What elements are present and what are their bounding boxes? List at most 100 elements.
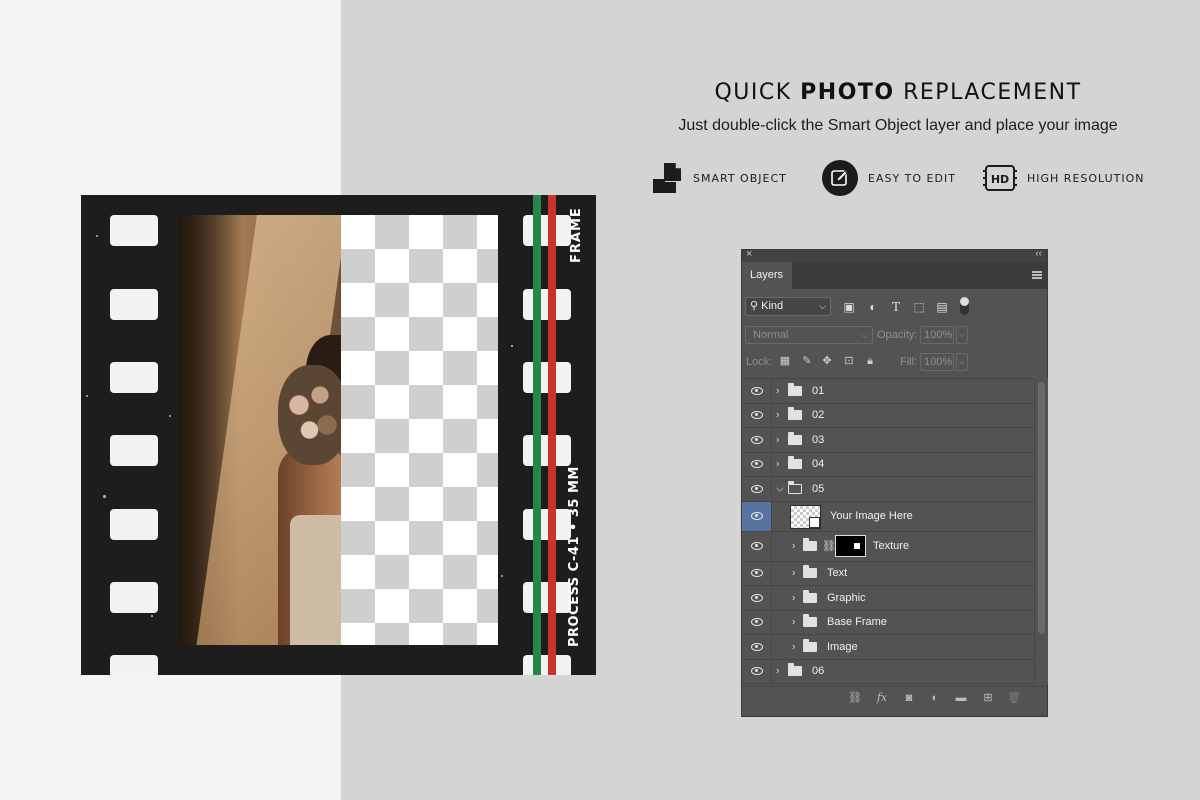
lock-label: Lock: <box>746 356 773 368</box>
layer-mask-thumbnail[interactable] <box>835 534 866 557</box>
layer-name: 02 <box>812 409 825 422</box>
subheadline: Just double-click the Smart Object layer… <box>678 117 1118 134</box>
sprocket-hole <box>110 655 158 675</box>
chevron-right-icon[interactable]: › <box>792 641 795 652</box>
visibility-toggle[interactable] <box>742 561 772 585</box>
smart-object-badge-icon <box>809 516 820 528</box>
chevron-right-icon[interactable]: › <box>792 568 795 579</box>
opacity-input[interactable]: 100% <box>920 326 954 344</box>
visibility-toggle[interactable] <box>742 501 772 531</box>
add-mask-icon[interactable]: ◙ <box>901 691 917 705</box>
new-group-icon[interactable]: ▬ <box>953 691 969 705</box>
visibility-toggle[interactable] <box>742 477 772 501</box>
visibility-toggle[interactable] <box>742 428 772 452</box>
blend-row: Normal ⌵ Opacity: 100% ⌵ <box>742 325 1047 345</box>
layer-name: 01 <box>812 384 825 397</box>
blend-mode-select[interactable]: Normal ⌵ <box>745 326 873 344</box>
chevron-right-icon[interactable]: › <box>776 666 779 677</box>
blend-mode-value: Normal <box>753 329 789 341</box>
layer-row[interactable]: › 06 <box>742 659 1033 684</box>
layer-row[interactable]: › 02 <box>742 403 1033 428</box>
scrollbar-thumb[interactable] <box>1038 382 1045 634</box>
visibility-toggle[interactable] <box>742 610 772 634</box>
fx-icon[interactable]: fx <box>874 691 890 705</box>
chevron-down-icon[interactable]: ⌵ <box>776 483 784 494</box>
sprocket-hole <box>523 435 571 466</box>
layer-name: Base Frame <box>827 616 887 629</box>
visibility-toggle[interactable] <box>742 659 772 683</box>
dust-speck <box>151 615 153 617</box>
adjustment-filter-icon[interactable]: ◐ <box>866 300 880 314</box>
dust-speck <box>96 235 98 237</box>
sprocket-hole <box>523 582 571 613</box>
layer-row[interactable]: › Graphic <box>742 586 1033 611</box>
new-layer-icon[interactable]: ⊞ <box>980 691 996 705</box>
chevron-right-icon[interactable]: › <box>776 459 779 470</box>
sprocket-hole <box>110 582 158 613</box>
svg-text:HD: HD <box>991 173 1009 186</box>
lock-brush-icon[interactable]: ✎ <box>800 354 814 368</box>
collapse-icon[interactable]: ‹‹ <box>1035 248 1042 259</box>
eye-icon <box>750 460 763 469</box>
fill-dropdown[interactable]: ⌵ <box>956 353 968 371</box>
dust-speck <box>511 345 513 347</box>
lock-transparent-icon[interactable]: ▦ <box>778 354 792 368</box>
layer-row[interactable]: › 03 <box>742 428 1033 453</box>
layer-name: Graphic <box>827 591 866 604</box>
photo-dress <box>290 515 341 645</box>
lock-position-icon[interactable]: ✥ <box>820 354 834 368</box>
close-icon[interactable]: × <box>746 248 752 260</box>
folder-icon <box>803 589 817 603</box>
layer-row[interactable]: › ⛓ Texture <box>742 531 1033 562</box>
layer-row[interactable]: › 01 <box>742 379 1033 404</box>
chevron-right-icon[interactable]: › <box>776 385 779 396</box>
chevron-right-icon[interactable]: › <box>776 434 779 445</box>
visibility-toggle[interactable] <box>742 379 772 403</box>
visibility-toggle[interactable] <box>742 403 772 427</box>
panel-menu-icon[interactable] <box>1032 271 1042 279</box>
lock-artboard-icon[interactable]: ⊡ <box>842 354 856 368</box>
chevron-right-icon[interactable]: › <box>792 592 795 603</box>
layer-row[interactable]: › 04 <box>742 452 1033 477</box>
pixel-filter-icon[interactable]: ▣ <box>842 300 856 314</box>
sprocket-hole <box>110 509 158 540</box>
layer-row[interactable]: Your Image Here <box>742 501 1033 532</box>
opacity-label: Opacity: <box>877 329 918 341</box>
visibility-toggle[interactable] <box>742 586 772 610</box>
chevron-right-icon[interactable]: › <box>792 541 795 552</box>
folder-icon <box>803 538 817 551</box>
layer-row[interactable]: › Image <box>742 635 1033 660</box>
mask-link-icon[interactable]: ⛓ <box>822 540 836 553</box>
eye-icon <box>750 542 763 550</box>
eye-icon <box>750 569 763 578</box>
sprocket-hole <box>523 289 571 320</box>
layer-row[interactable]: ⌵ 05 <box>742 477 1033 502</box>
layer-row[interactable]: › Text <box>742 561 1033 586</box>
sprocket-hole <box>523 509 571 540</box>
type-filter-icon[interactable]: T <box>889 300 903 314</box>
chevron-right-icon[interactable]: › <box>776 410 779 421</box>
layers-scrollbar[interactable] <box>1034 378 1048 684</box>
dust-speck <box>103 495 106 498</box>
lock-all-icon[interactable]: 🔒︎ <box>863 354 877 368</box>
smart-object-filter-icon[interactable]: ▤ <box>935 300 949 314</box>
layer-name: Text <box>827 567 848 580</box>
trash-icon[interactable]: 🗑︎ <box>1006 691 1022 705</box>
visibility-toggle[interactable] <box>742 531 772 561</box>
filter-kind-select[interactable]: ⚲ Kind ⌵ <box>745 297 831 316</box>
dust-speck <box>501 575 503 577</box>
adjustment-layer-icon[interactable]: ◐ <box>927 691 943 705</box>
tab-layers[interactable]: Layers <box>742 262 792 289</box>
visibility-toggle[interactable] <box>742 452 772 476</box>
link-layers-icon[interactable]: ⛓ <box>847 691 863 705</box>
headline: QUICK PHOTO REPLACEMENT <box>620 80 1176 105</box>
shape-filter-icon[interactable]: ⬚ <box>912 300 926 314</box>
fill-input[interactable]: 100% <box>920 353 954 371</box>
smart-object-thumbnail[interactable] <box>790 504 821 529</box>
filter-toggle[interactable] <box>960 297 969 315</box>
layer-row[interactable]: › Base Frame <box>742 610 1033 635</box>
opacity-dropdown[interactable]: ⌵ <box>956 326 968 344</box>
visibility-toggle[interactable] <box>742 635 772 659</box>
folder-icon <box>788 382 802 396</box>
chevron-right-icon[interactable]: › <box>792 617 795 628</box>
